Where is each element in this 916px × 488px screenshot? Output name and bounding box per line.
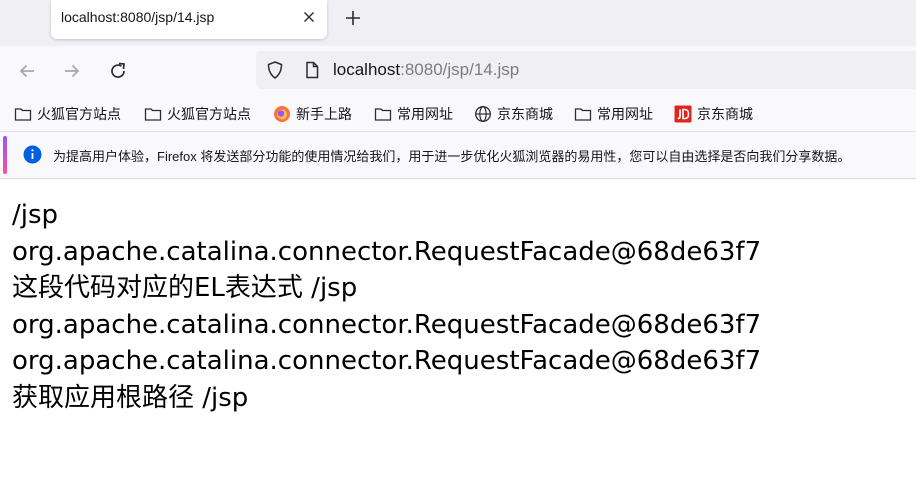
url-host: localhost [333,60,401,79]
page-icon[interactable] [302,60,322,80]
page-content: /jsp org.apache.catalina.connector.Reque… [0,179,916,417]
bookmarks-toolbar: 火狐官方站点 火狐官方站点 新手上路 常用网址 京东商城 常用网址 京东商城 [0,96,916,131]
folder-icon [144,108,162,121]
url-text[interactable]: localhost:8080/jsp/14.jsp [333,60,519,80]
bookmark-item[interactable]: 常用网址 [374,104,453,124]
notification-accent [3,136,7,174]
bookmark-label: 新手上路 [296,106,352,122]
notification-text: 为提高用户体验，Firefox 将发送部分功能的使用情况给我们，用于进一步优化火… [53,149,851,164]
folder-icon [14,108,32,121]
output-line: 这段代码对应的EL表达式 /jsp [12,273,358,304]
bookmark-item[interactable]: 京东商城 [674,104,753,124]
bookmark-label: 火狐官方站点 [37,106,121,122]
output-line: org.apache.catalina.connector.RequestFac… [12,309,762,340]
bookmark-label: 常用网址 [597,106,653,122]
url-path: :8080/jsp/14.jsp [400,60,520,79]
bookmark-label: 京东商城 [697,106,753,122]
forward-arrow-icon[interactable] [62,61,82,81]
tab-strip: localhost:8080/jsp/14.jsp [0,0,916,46]
reload-icon[interactable] [108,61,128,81]
plus-icon[interactable] [343,8,363,28]
firefox-icon [274,106,290,122]
navigation-bar: localhost:8080/jsp/14.jsp [0,46,916,96]
output-line: org.apache.catalina.connector.RequestFac… [12,346,762,377]
folder-icon [574,108,592,121]
output-line: /jsp [12,200,59,230]
url-bar[interactable]: localhost:8080/jsp/14.jsp [256,51,916,89]
bookmark-item[interactable]: 火狐官方站点 [144,104,251,124]
bookmark-item[interactable]: 京东商城 [474,104,553,124]
browser-tab[interactable]: localhost:8080/jsp/14.jsp [51,0,327,39]
output-line: 获取应用根路径 /jsp [12,382,249,413]
back-arrow-icon[interactable] [17,61,37,81]
close-icon[interactable] [301,9,317,25]
output-line: org.apache.catalina.connector.RequestFac… [12,236,762,267]
bookmark-label: 常用网址 [397,106,453,122]
bookmark-label: 京东商城 [497,106,553,122]
folder-icon [374,108,392,121]
bookmark-item[interactable]: 火狐官方站点 [14,104,121,124]
bookmark-item[interactable]: 常用网址 [574,104,653,124]
jd-icon [674,105,692,123]
shield-icon[interactable] [265,60,285,80]
tab-title: localhost:8080/jsp/14.jsp [61,9,215,25]
bookmark-item[interactable]: 新手上路 [273,104,352,124]
globe-icon [475,106,491,122]
notification-bar: 为提高用户体验，Firefox 将发送部分功能的使用情况给我们，用于进一步优化火… [0,131,916,179]
bookmark-label: 火狐官方站点 [167,106,251,122]
info-icon [23,145,42,164]
